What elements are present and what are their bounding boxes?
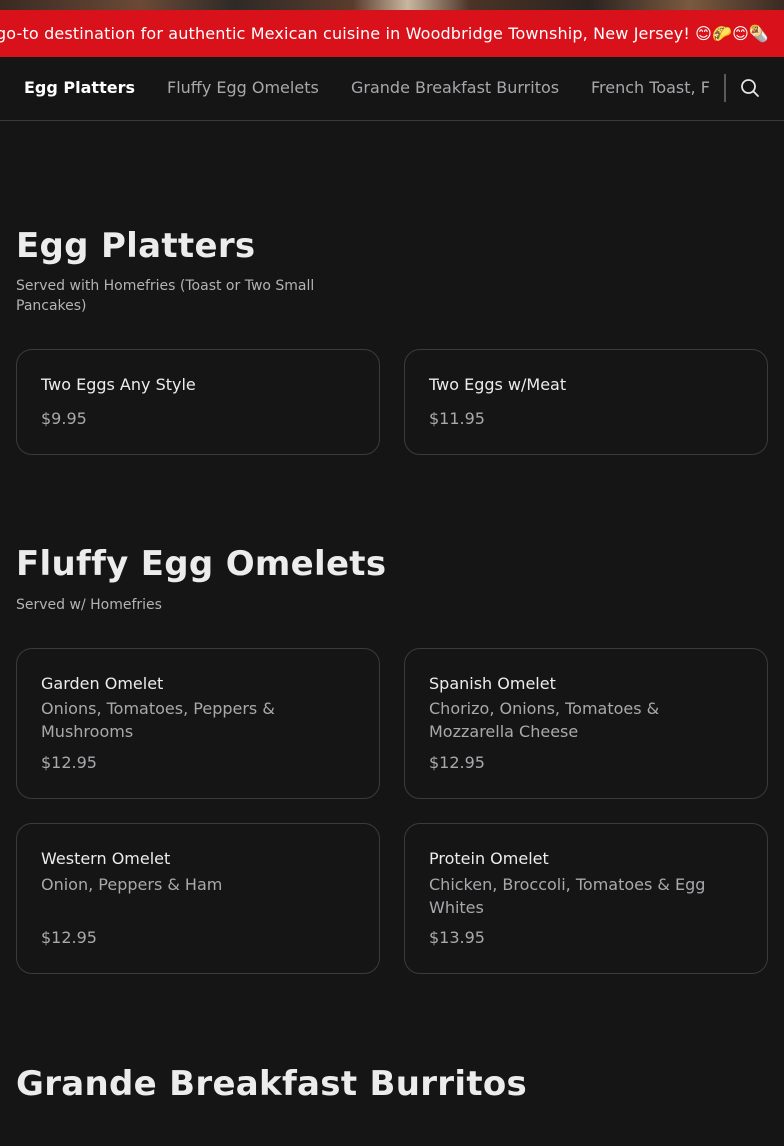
tab-fluffy-egg-omelets[interactable]: Fluffy Egg Omelets [167,57,319,120]
menu-item-description: Onions, Tomatoes, Peppers & Mushrooms [41,699,275,741]
section-title-grande-breakfast-burritos: Grande Breakfast Burritos [16,1064,528,1104]
menu-item-name: Spanish Omelet [429,674,556,693]
hero-image [0,0,784,10]
tab-grande-breakfast-burritos[interactable]: Grande Breakfast Burritos [351,57,559,120]
menu-item-description: Onion, Peppers & Ham [41,875,223,894]
menu-item-description: Chicken, Broccoli, Tomatoes & Egg Whites [429,875,706,917]
announcement-banner: go-to destination for authentic Mexican … [0,10,784,57]
menu-item-name: Garden Omelet [41,674,164,693]
menu-item-price: $12.95 [429,753,485,772]
category-nav: Egg Platters Fluffy Egg Omelets Grande B… [0,57,784,121]
tab-french-toast[interactable]: French Toast, F [591,57,710,120]
menu-item-name: Protein Omelet [429,849,549,868]
menu-item-price: $12.95 [41,753,97,772]
section-title-egg-platters: Egg Platters [16,226,256,266]
section-subtitle-egg-platters: Served with Homefries (Toast or Two Smal… [16,278,315,314]
section-title-fluffy-egg-omelets: Fluffy Egg Omelets [16,544,387,584]
menu-item-card[interactable]: Protein Omelet Chicken, Broccoli, Tomato… [404,823,768,974]
menu-item-card[interactable]: Garden Omelet Onions, Tomatoes, Peppers … [16,648,380,799]
menu-item-name: Western Omelet [41,849,171,868]
nav-divider [724,74,726,102]
menu-item-card[interactable]: Western Omelet Onion, Peppers & Ham $12.… [16,823,380,974]
search-button[interactable] [738,76,762,100]
menu-item-price: $12.95 [41,928,97,947]
menu-item-card[interactable]: Two Eggs Any Style $9.95 [16,349,380,455]
menu-item-price: $9.95 [41,409,87,428]
menu-item-description: Chorizo, Onions, Tomatoes & Mozzarella C… [429,699,660,741]
menu-item-name: Two Eggs w/Meat [429,375,567,394]
menu-item-card[interactable]: Spanish Omelet Chorizo, Onions, Tomatoes… [404,648,768,799]
menu-item-price: $13.95 [429,928,485,947]
menu-item-price: $11.95 [429,409,485,428]
menu-item-name: Two Eggs Any Style [41,375,196,394]
tab-egg-platters[interactable]: Egg Platters [24,57,135,120]
category-tabs: Egg Platters Fluffy Egg Omelets Grande B… [0,57,712,120]
menu-item-card[interactable]: Two Eggs w/Meat $11.95 [404,349,768,455]
announcement-text: go-to destination for authentic Mexican … [0,24,769,43]
section-subtitle-fluffy-egg-omelets: Served w/ Homefries [16,597,162,613]
search-icon [741,79,759,97]
